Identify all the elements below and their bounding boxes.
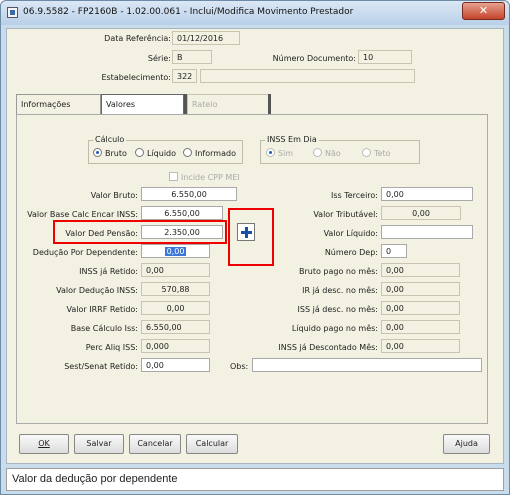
base-calculo-iss-label: Base Cálculo Iss: <box>70 324 138 333</box>
liquido-pago-mes-label: Líquido pago no mês: <box>291 324 378 333</box>
liquido-pago-mes-field[interactable]: 0,00 <box>381 320 460 334</box>
incide-cpp-mei-checkbox[interactable]: Incide CPP MEI <box>169 172 240 182</box>
radio-dot-icon <box>313 148 322 157</box>
inss-ja-retido-label: INSS já Retido: <box>79 267 138 276</box>
deducao-dependente-value: 0,00 <box>164 247 187 256</box>
bruto-pago-mes-field[interactable]: 0,00 <box>381 263 460 277</box>
iss-terceiro-field[interactable]: 0,00 <box>381 187 473 201</box>
deducao-dependente-field[interactable]: 0,00 <box>141 244 210 258</box>
ajuda-button[interactable]: Ajuda <box>443 434 490 454</box>
deducao-dependente-label: Dedução Por Dependente: <box>32 248 138 257</box>
radio-dot-icon <box>135 148 144 157</box>
valor-base-calc-field[interactable]: 6.550,00 <box>141 206 223 220</box>
button-bar: OK Salvar Cancelar Calcular Ajuda <box>16 434 496 456</box>
highlight-valor-ded-pensao <box>53 220 227 244</box>
data-referencia-field[interactable]: 01/12/2016 <box>172 31 240 45</box>
radio-teto[interactable]: Teto <box>362 148 390 158</box>
tab-informacoes[interactable]: Informações <box>16 94 101 114</box>
inss-em-dia-title: INSS Em Dia <box>265 135 319 144</box>
dialog-window: 06.9.5582 - FP2160B - 1.02.00.061 - Incl… <box>0 0 510 495</box>
close-button[interactable]: ✕ <box>462 2 505 20</box>
ir-ja-desc-mes-field[interactable]: 0,00 <box>381 282 460 296</box>
valor-tributavel-label: Valor Tributável: <box>313 210 378 219</box>
radio-dot-icon <box>183 148 192 157</box>
valor-tributavel-field[interactable]: 0,00 <box>381 206 461 220</box>
cancelar-button[interactable]: Cancelar <box>129 434 181 454</box>
iss-terceiro-label: Iss Terceiro: <box>330 191 378 200</box>
numero-dep-label: Número Dep: <box>324 248 378 257</box>
tab-divider <box>268 94 271 114</box>
radio-nao[interactable]: Não <box>313 148 341 158</box>
ir-ja-desc-mes-label: IR já desc. no mês: <box>302 286 378 295</box>
window-title: 06.9.5582 - FP2160B - 1.02.00.061 - Incl… <box>23 7 354 17</box>
iss-ja-desc-mes-field[interactable]: 0,00 <box>381 301 460 315</box>
perc-aliq-iss-label: Perc Aliq ISS: <box>85 343 138 352</box>
estabelecimento-field[interactable]: 322 <box>172 69 197 83</box>
obs-field[interactable] <box>252 358 482 372</box>
radio-bruto[interactable]: Bruto <box>93 148 127 158</box>
tab-valores[interactable]: Valores <box>101 94 184 115</box>
radio-dot-icon <box>266 148 275 157</box>
valor-bruto-label: Valor Bruto: <box>90 191 138 200</box>
valor-deducao-inss-field[interactable]: 570,88 <box>141 282 210 296</box>
calcular-button[interactable]: Calcular <box>186 434 238 454</box>
data-referencia-label: Data Referência: <box>104 34 171 43</box>
inss-ja-retido-field[interactable]: 0,00 <box>141 263 210 277</box>
add-plus-icon[interactable] <box>237 223 255 241</box>
valor-deducao-inss-label: Valor Dedução INSS: <box>56 286 138 295</box>
valor-liquido-field[interactable] <box>381 225 473 239</box>
status-bar: Valor da dedução por dependente <box>6 468 504 491</box>
app-icon <box>7 7 18 18</box>
checkbox-icon <box>169 172 178 181</box>
calculo-group-title: Cálculo <box>93 135 127 144</box>
valor-liquido-label: Valor Líquido: <box>323 229 378 238</box>
base-calculo-iss-field[interactable]: 6.550,00 <box>141 320 210 334</box>
numero-dep-field[interactable]: 0 <box>381 244 407 258</box>
salvar-button[interactable]: Salvar <box>74 434 124 454</box>
radio-sim[interactable]: Sim <box>266 148 293 158</box>
numero-documento-label: Número Documento: <box>272 54 356 63</box>
serie-field[interactable]: B <box>172 50 212 64</box>
ok-button[interactable]: OK <box>19 434 69 454</box>
serie-label: Série: <box>147 54 171 63</box>
radio-dot-icon <box>362 148 371 157</box>
radio-liquido[interactable]: Líquido <box>135 148 176 158</box>
inss-ja-desc-mes-field[interactable]: 0,00 <box>381 339 460 353</box>
valor-irrf-retido-label: Valor IRRF Retido: <box>66 305 138 314</box>
perc-aliq-iss-field[interactable]: 0,000 <box>141 339 210 353</box>
estabelecimento-label: Estabelecimento: <box>101 73 171 82</box>
radio-informado[interactable]: Informado <box>183 148 236 158</box>
sest-senat-field[interactable]: 0,00 <box>141 358 210 372</box>
tab-rateio[interactable]: Rateio <box>187 94 269 114</box>
title-bar: 06.9.5582 - FP2160B - 1.02.00.061 - Incl… <box>1 1 509 25</box>
inss-ja-desc-mes-label: INSS já Descontado Mês: <box>278 343 378 352</box>
obs-label: Obs: <box>230 362 249 371</box>
valor-base-calc-label: Valor Base Calc Encar INSS: <box>27 210 138 219</box>
bruto-pago-mes-label: Bruto pago no mês: <box>298 267 378 276</box>
radio-dot-icon <box>93 148 102 157</box>
numero-documento-field[interactable]: 10 <box>358 50 412 64</box>
iss-ja-desc-mes-label: ISS já desc. no mês: <box>297 305 378 314</box>
valor-bruto-field[interactable]: 6.550,00 <box>141 187 237 201</box>
valor-irrf-retido-field[interactable]: 0,00 <box>141 301 210 315</box>
sest-senat-label: Sest/Senat Retido: <box>64 362 138 371</box>
estabelecimento-desc-field <box>200 69 415 83</box>
